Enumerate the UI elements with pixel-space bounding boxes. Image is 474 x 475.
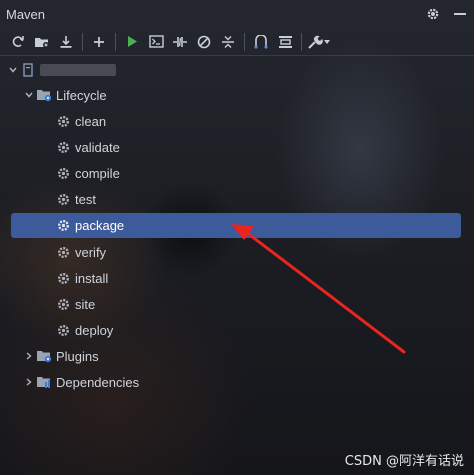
goal-gear-icon xyxy=(55,113,71,129)
chevron-right-icon[interactable] xyxy=(22,352,36,360)
toolbar-separator xyxy=(115,32,116,51)
dependencies-label: Dependencies xyxy=(56,374,140,390)
download-icon[interactable] xyxy=(54,31,78,53)
tool-window-header: Maven xyxy=(0,0,474,28)
project-name-redacted xyxy=(40,64,116,76)
plugins-node[interactable]: Plugins xyxy=(22,344,99,368)
lifecycle-goal-clean[interactable]: clean xyxy=(55,109,106,133)
wrench-icon[interactable] xyxy=(306,31,330,53)
lifecycle-label: Lifecycle xyxy=(56,87,107,103)
run-icon[interactable] xyxy=(120,31,144,53)
generate-sources-icon[interactable] xyxy=(30,31,54,53)
lifecycle-goal-package[interactable]: package xyxy=(55,213,124,237)
project-node[interactable] xyxy=(6,58,116,82)
settings-icon[interactable] xyxy=(273,31,297,53)
toolbar-separator xyxy=(244,32,245,51)
skip-tests-icon[interactable] xyxy=(192,31,216,53)
maven-toolbar xyxy=(0,28,474,56)
goal-label: verify xyxy=(75,244,107,260)
goal-gear-icon xyxy=(55,270,71,286)
goal-gear-icon xyxy=(55,296,71,312)
goal-label: compile xyxy=(75,165,120,181)
goal-gear-icon xyxy=(55,165,71,181)
chevron-down-icon[interactable] xyxy=(6,66,20,74)
show-dependencies-icon[interactable] xyxy=(249,31,273,53)
lifecycle-goal-validate[interactable]: validate xyxy=(55,135,120,159)
window-title: Maven xyxy=(6,6,46,22)
lifecycle-goal-deploy[interactable]: deploy xyxy=(55,318,113,342)
plugins-label: Plugins xyxy=(56,348,99,364)
dependencies-folder-icon xyxy=(36,374,52,390)
goal-label: validate xyxy=(75,139,120,155)
lifecycle-folder-icon xyxy=(36,87,52,103)
add-icon[interactable] xyxy=(87,31,111,53)
execute-goal-icon[interactable] xyxy=(144,31,168,53)
goal-label: clean xyxy=(75,113,107,129)
goal-label: install xyxy=(75,270,109,286)
goal-gear-icon xyxy=(55,139,71,155)
goal-label: deploy xyxy=(75,322,114,338)
toolbar-separator xyxy=(82,32,83,51)
reload-icon[interactable] xyxy=(6,31,30,53)
lifecycle-goal-site[interactable]: site xyxy=(55,292,95,316)
lifecycle-goal-test[interactable]: test xyxy=(55,187,96,211)
toggle-offline-icon[interactable] xyxy=(168,31,192,53)
goal-gear-icon xyxy=(55,244,71,260)
goal-label: site xyxy=(75,296,96,312)
goal-gear-icon xyxy=(55,322,71,338)
goal-label: package xyxy=(75,217,125,233)
chevron-down-icon[interactable] xyxy=(22,91,36,99)
minimize-icon[interactable] xyxy=(454,12,466,16)
collapse-all-icon[interactable] xyxy=(216,31,240,53)
plugins-folder-icon xyxy=(36,348,52,364)
goal-gear-icon xyxy=(55,191,71,207)
lifecycle-goal-verify[interactable]: verify xyxy=(55,240,106,264)
lifecycle-goal-compile[interactable]: compile xyxy=(55,161,120,185)
goal-label: test xyxy=(75,191,96,207)
dependencies-node[interactable]: Dependencies xyxy=(22,370,139,394)
toolbar-separator xyxy=(301,32,302,51)
goal-gear-icon xyxy=(55,217,71,233)
chevron-right-icon[interactable] xyxy=(22,378,36,386)
lifecycle-node[interactable]: Lifecycle xyxy=(22,83,107,107)
maven-project-icon xyxy=(20,62,36,78)
gear-icon[interactable] xyxy=(426,7,440,21)
watermark-text: CSDN @阿洋有话说 xyxy=(344,454,464,469)
lifecycle-goal-install[interactable]: install xyxy=(55,266,108,290)
